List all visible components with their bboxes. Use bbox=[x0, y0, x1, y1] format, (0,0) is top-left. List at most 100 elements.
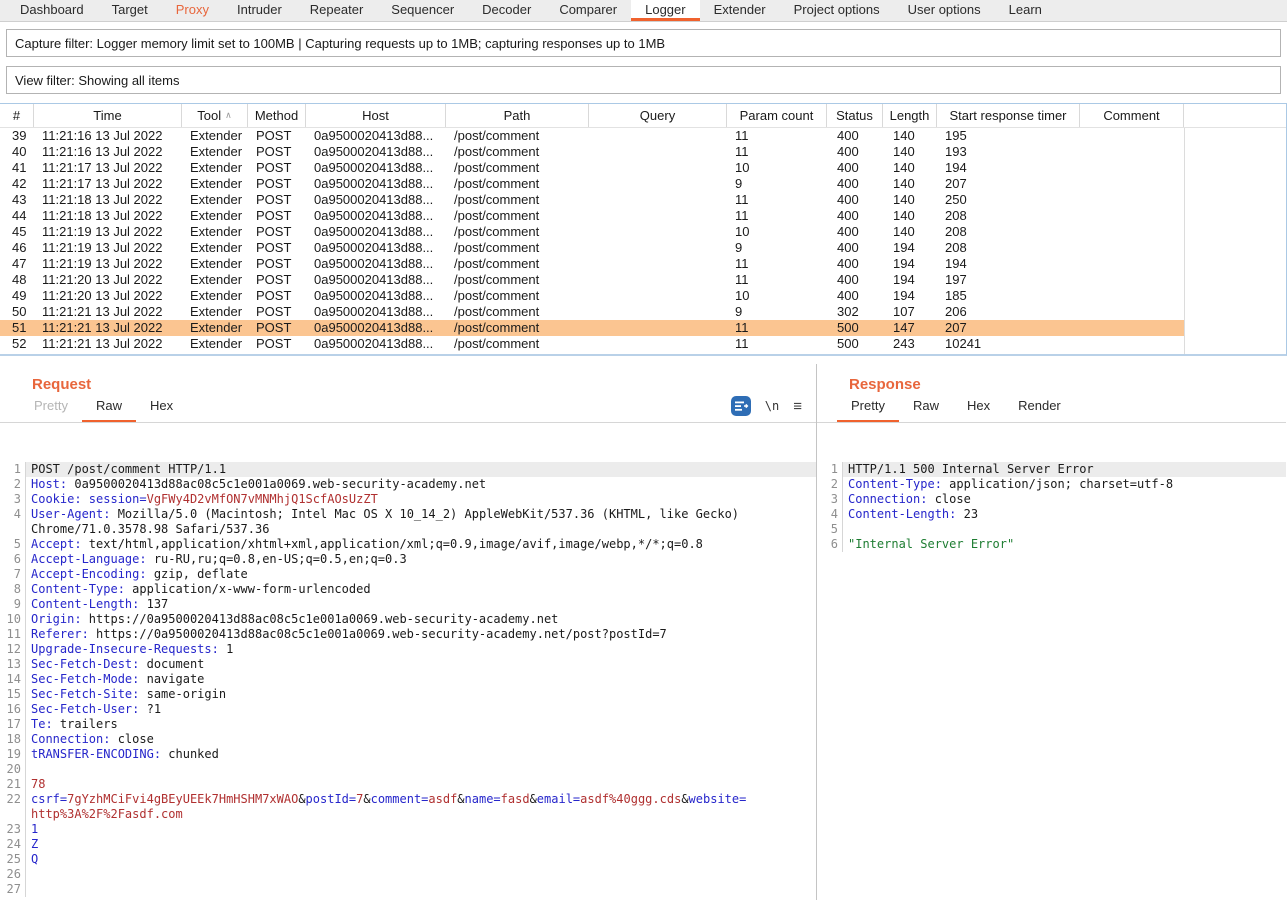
line-content: Sec-Fetch-Site: same-origin bbox=[26, 687, 816, 702]
table-row[interactable]: 5011:21:21 13 Jul 2022ExtenderPOST0a9500… bbox=[0, 304, 1286, 320]
tab-project-options[interactable]: Project options bbox=[780, 0, 894, 21]
cell-tool: Extender bbox=[182, 208, 248, 224]
cell-host: 0a9500020413d88... bbox=[306, 352, 446, 356]
line-number bbox=[0, 807, 26, 822]
tab-logger[interactable]: Logger bbox=[631, 0, 699, 21]
tab-proxy[interactable]: Proxy bbox=[162, 0, 223, 21]
line-number: 13 bbox=[0, 657, 26, 672]
table-row[interactable]: 4911:21:20 13 Jul 2022ExtenderPOST0a9500… bbox=[0, 288, 1286, 304]
column-header-num[interactable]: # bbox=[0, 104, 34, 127]
cell-tool: Extender bbox=[182, 288, 248, 304]
cell-host: 0a9500020413d88... bbox=[306, 256, 446, 272]
cell-path: /post/comment bbox=[446, 352, 589, 356]
column-header-method[interactable]: Method bbox=[248, 104, 306, 127]
table-row[interactable]: 4511:21:19 13 Jul 2022ExtenderPOST0a9500… bbox=[0, 224, 1286, 240]
view-filter-bar[interactable]: View filter: Showing all items bbox=[6, 66, 1281, 94]
response-editor[interactable]: 1HTTP/1.1 500 Internal Server Error2Cont… bbox=[817, 462, 1286, 900]
cell-param_count: 11 bbox=[727, 336, 827, 352]
cell-param_count: 9 bbox=[727, 176, 827, 192]
capture-filter-bar[interactable]: Capture filter: Logger memory limit set … bbox=[6, 29, 1281, 57]
table-row[interactable]: 3911:21:16 13 Jul 2022ExtenderPOST0a9500… bbox=[0, 128, 1286, 144]
cell-time: 11:21:21 13 Jul 2022 bbox=[34, 336, 182, 352]
column-header-query[interactable]: Query bbox=[589, 104, 727, 127]
column-header-comment[interactable]: Comment bbox=[1080, 104, 1184, 127]
view-filter-text: View filter: Showing all items bbox=[15, 73, 180, 88]
cell-method: POST bbox=[248, 144, 306, 160]
editor-menu-icon[interactable]: ≡ bbox=[793, 398, 802, 415]
cell-timer: 208 bbox=[937, 240, 1080, 256]
cell-status: 400 bbox=[827, 256, 883, 272]
column-header-tool[interactable]: Tool∧ bbox=[182, 104, 248, 127]
cell-length: 194 bbox=[883, 256, 937, 272]
cell-id: 45 bbox=[0, 224, 34, 240]
cell-tool: Extender bbox=[182, 352, 248, 356]
tab-user-options[interactable]: User options bbox=[894, 0, 995, 21]
cell-comment bbox=[1080, 320, 1184, 336]
table-row[interactable]: 4411:21:18 13 Jul 2022ExtenderPOST0a9500… bbox=[0, 208, 1286, 224]
table-row[interactable]: 4811:21:20 13 Jul 2022ExtenderPOST0a9500… bbox=[0, 272, 1286, 288]
editor-line: 9Content-Length: 137 bbox=[0, 597, 816, 612]
tab-intruder[interactable]: Intruder bbox=[223, 0, 296, 21]
cell-id: 51 bbox=[0, 320, 34, 336]
editor-tab-render[interactable]: Render bbox=[1004, 392, 1075, 422]
tab-sequencer[interactable]: Sequencer bbox=[377, 0, 468, 21]
table-row[interactable]: 5111:21:21 13 Jul 2022ExtenderPOST0a9500… bbox=[0, 320, 1286, 336]
editor-tab-raw[interactable]: Raw bbox=[82, 392, 136, 422]
table-row[interactable]: 4311:21:18 13 Jul 2022ExtenderPOST0a9500… bbox=[0, 192, 1286, 208]
column-header-host[interactable]: Host bbox=[306, 104, 446, 127]
tab-learn[interactable]: Learn bbox=[995, 0, 1056, 21]
column-header-time[interactable]: Time bbox=[34, 104, 182, 127]
tab-dashboard[interactable]: Dashboard bbox=[6, 0, 98, 21]
tab-repeater[interactable]: Repeater bbox=[296, 0, 377, 21]
cell-length: 194 bbox=[883, 240, 937, 256]
line-content: Connection: close bbox=[26, 732, 816, 747]
cell-comment bbox=[1080, 160, 1184, 176]
line-content: Referer: https://0a9500020413d88ac08c5c1… bbox=[26, 627, 816, 642]
editor-line: 5Accept: text/html,application/xhtml+xml… bbox=[0, 537, 816, 552]
table-row[interactable]: 5211:21:21 13 Jul 2022ExtenderPOST0a9500… bbox=[0, 336, 1286, 352]
line-number: 21 bbox=[0, 777, 26, 792]
request-editor[interactable]: 1POST /post/comment HTTP/1.12Host: 0a950… bbox=[0, 462, 816, 900]
logger-table-header: #TimeTool∧MethodHostPathQueryParam count… bbox=[0, 104, 1286, 128]
line-number: 15 bbox=[0, 687, 26, 702]
table-row[interactable]: 4211:21:17 13 Jul 2022ExtenderPOST0a9500… bbox=[0, 176, 1286, 192]
table-row[interactable]: 4711:21:19 13 Jul 2022ExtenderPOST0a9500… bbox=[0, 256, 1286, 272]
line-content bbox=[26, 882, 816, 897]
column-header-param-count[interactable]: Param count bbox=[727, 104, 827, 127]
table-row[interactable]: 4111:21:17 13 Jul 2022ExtenderPOST0a9500… bbox=[0, 160, 1286, 176]
editor-line: 3Connection: close bbox=[817, 492, 1286, 507]
line-number: 2 bbox=[817, 477, 843, 492]
editor-line: 7Accept-Encoding: gzip, deflate bbox=[0, 567, 816, 582]
tab-extender[interactable]: Extender bbox=[700, 0, 780, 21]
cell-length: 140 bbox=[883, 192, 937, 208]
cell-query bbox=[589, 288, 727, 304]
cell-path: /post/comment bbox=[446, 304, 589, 320]
column-header-start-response-timer[interactable]: Start response timer bbox=[937, 104, 1080, 127]
newline-toggle-icon[interactable]: \n bbox=[765, 399, 779, 413]
tab-comparer[interactable]: Comparer bbox=[545, 0, 631, 21]
table-row[interactable]: 4011:21:16 13 Jul 2022ExtenderPOST0a9500… bbox=[0, 144, 1286, 160]
table-row[interactable]: 4611:21:19 13 Jul 2022ExtenderPOST0a9500… bbox=[0, 240, 1286, 256]
table-row[interactable]: 5311:21:22 13 Jul 2022ExtenderPOST0a9500… bbox=[0, 352, 1286, 356]
tab-decoder[interactable]: Decoder bbox=[468, 0, 545, 21]
line-content: Content-Type: application/x-www-form-url… bbox=[26, 582, 816, 597]
column-header-status[interactable]: Status bbox=[827, 104, 883, 127]
editor-tab-hex[interactable]: Hex bbox=[136, 392, 187, 422]
editor-tab-raw[interactable]: Raw bbox=[899, 392, 953, 422]
editor-tab-pretty[interactable]: Pretty bbox=[20, 392, 82, 422]
cell-comment bbox=[1080, 192, 1184, 208]
line-number: 4 bbox=[817, 507, 843, 522]
line-number: 4 bbox=[0, 507, 26, 522]
editor-line: Chrome/71.0.3578.98 Safari/537.36 bbox=[0, 522, 816, 537]
cell-query bbox=[589, 240, 727, 256]
column-header-length[interactable]: Length bbox=[883, 104, 937, 127]
tab-target[interactable]: Target bbox=[98, 0, 162, 21]
cell-path: /post/comment bbox=[446, 336, 589, 352]
pretty-print-toggle-icon[interactable] bbox=[731, 396, 751, 416]
logger-table: #TimeTool∧MethodHostPathQueryParam count… bbox=[0, 103, 1287, 356]
column-header-path[interactable]: Path bbox=[446, 104, 589, 127]
line-content: Chrome/71.0.3578.98 Safari/537.36 bbox=[26, 522, 816, 537]
cell-status: 400 bbox=[827, 160, 883, 176]
editor-tab-pretty[interactable]: Pretty bbox=[837, 392, 899, 422]
editor-tab-hex[interactable]: Hex bbox=[953, 392, 1004, 422]
